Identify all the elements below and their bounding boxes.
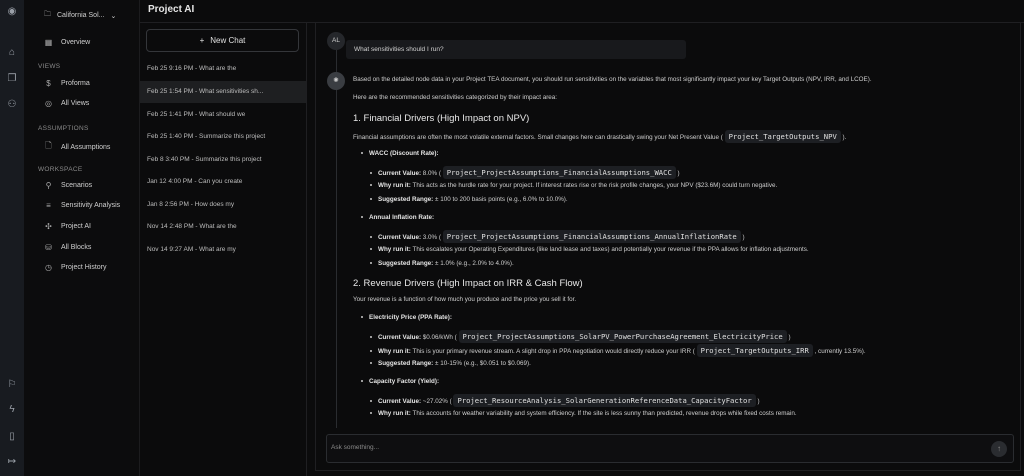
label: New Chat — [210, 36, 246, 45]
scenarios-icon: ⚲ — [45, 181, 52, 190]
projects-icon[interactable]: ❐ — [5, 72, 19, 86]
filter-icon: ≡ — [46, 201, 51, 210]
chat-item[interactable]: Jan 12 4:00 PM - Can you create — [140, 171, 306, 193]
bolt-icon[interactable]: ϟ — [5, 403, 19, 417]
label: Sensitivity Analysis — [61, 202, 121, 209]
bullet: Current Value: ~27.02% ( Project_Resourc… — [353, 394, 760, 407]
label: All Assumptions — [61, 143, 111, 151]
label: Scenarios — [61, 182, 93, 189]
bullet: Current Value: $0.06/kWh ( Project_Proje… — [353, 330, 791, 343]
plus-icon: + — [199, 36, 205, 45]
send-button[interactable]: ↑ — [991, 441, 1007, 457]
ai-avatar-icon: ✺ — [327, 72, 345, 90]
bullet-inflation: Annual Inflation Rate: — [353, 214, 434, 221]
page-title: Project AI — [148, 4, 195, 15]
label: Project History — [61, 264, 107, 271]
intro2: Here are the recommended sensitivities c… — [353, 94, 558, 101]
bullet: Suggested Range: ± 1.0% (e.g., 2.0% to 4… — [353, 260, 514, 267]
home-icon[interactable]: ⌂ — [5, 46, 19, 60]
clock-icon: ◷ — [45, 263, 52, 272]
sidebar-item-proforma[interactable]: $ Proforma — [44, 79, 90, 88]
chat-item[interactable]: Jan 8 2:56 PM - How does my — [140, 194, 306, 216]
file-icon: 🗋 — [45, 141, 52, 150]
bullet-ppa: Electricity Price (PPA Rate): — [353, 314, 452, 321]
logo-icon[interactable]: ◉ — [5, 5, 19, 19]
thread-line — [336, 50, 337, 428]
bullet: Why run it: This is your primary revenue… — [353, 344, 866, 357]
sidebar-item-project-history[interactable]: ◷ Project History — [44, 263, 107, 272]
bullet: Current Value: 8.0% ( Project_ProjectAss… — [353, 166, 680, 179]
chat-item[interactable]: Feb 8 3:40 PM - Summarize this project — [140, 149, 306, 171]
book-icon[interactable]: ▯ — [5, 430, 19, 444]
user-avatar: AL — [327, 32, 345, 50]
project-name: California Sol... — [57, 12, 105, 19]
section-workspace: WORKSPACE — [38, 166, 83, 173]
heading-revenue: 2. Revenue Drivers (High Impact on IRR &… — [353, 278, 583, 289]
chat-input-box: ↑ — [326, 434, 1014, 463]
user-message: What sensitivities should I run? — [346, 40, 686, 59]
chat-item-active[interactable]: Feb 25 1:54 PM - What sensitivities sh..… — [140, 81, 306, 103]
sidebar-item-overview[interactable]: ▦ Overview — [44, 38, 90, 47]
section-views: VIEWS — [38, 63, 61, 70]
chat-history: + New Chat Feb 25 9:16 PM - What are the … — [140, 23, 307, 476]
project-selector[interactable]: 🗀 California Sol... ⌄ — [44, 10, 116, 21]
sidebar-item-project-ai[interactable]: ✣ Project AI — [44, 222, 91, 231]
bullet: Why run it: This acts as the hurdle rate… — [353, 182, 777, 189]
label: Proforma — [61, 80, 90, 87]
sidebar-item-all-blocks[interactable]: ⛁ All Blocks — [44, 243, 91, 252]
sparkle-icon: ✣ — [45, 222, 52, 231]
sidebar-item-all-assumptions[interactable]: 🗋 All Assumptions — [44, 140, 110, 154]
logout-icon[interactable]: ↦ — [5, 455, 19, 469]
heading-financial: 1. Financial Drivers (High Impact on NPV… — [353, 113, 530, 124]
bullet: Why run it: This accounts for weather va… — [353, 410, 797, 417]
grid-icon: ▦ — [44, 38, 53, 47]
flag-icon[interactable]: ⚐ — [5, 378, 19, 392]
label: Overview — [61, 39, 91, 46]
icon-rail: ◉ ⌂ ❐ ⚇ ⚐ ϟ ▯ ↦ — [0, 0, 24, 476]
label: All Blocks — [61, 244, 92, 251]
bullet: Why run it: This escalates your Operatin… — [353, 246, 809, 253]
paragraph: Your revenue is a function of how much y… — [353, 296, 577, 303]
chat-input[interactable] — [331, 444, 971, 451]
intro: Based on the detailed node data in your … — [353, 76, 872, 83]
chevron-down-icon: ⌄ — [110, 12, 117, 20]
users-icon[interactable]: ⚇ — [5, 98, 19, 112]
paragraph: Financial assumptions are often the most… — [353, 130, 847, 143]
arrow-up-icon: ↑ — [997, 444, 1001, 453]
blocks-icon: ⛁ — [45, 243, 52, 252]
chat-item[interactable]: Feb 25 1:41 PM - What should we — [140, 104, 306, 126]
section-assumptions: ASSUMPTIONS — [38, 125, 89, 132]
sidebar: 🗀 California Sol... ⌄ ▦ Overview VIEWS $ Pro… — [24, 0, 140, 476]
dollar-icon: $ — [46, 79, 51, 88]
new-chat-button[interactable]: + New Chat — [146, 29, 299, 52]
bullet: Current Value: 3.0% ( Project_ProjectAss… — [353, 230, 745, 243]
chat-item[interactable]: Feb 25 9:16 PM - What are the — [140, 58, 306, 80]
chat-item[interactable]: Feb 25 1:40 PM - Summarize this project — [140, 126, 306, 148]
bullet: Suggested Range: ± 100 to 200 basis poin… — [353, 196, 568, 203]
bullet-wacc: WACC (Discount Rate): — [353, 150, 439, 157]
sidebar-item-sensitivity-analysis[interactable]: ≡ Sensitivity Analysis — [44, 201, 120, 210]
label: Project AI — [61, 223, 91, 230]
eye-icon: ◎ — [45, 99, 52, 108]
chat-item[interactable]: Nov 14 9:27 AM - What are my — [140, 239, 306, 261]
sidebar-item-all-views[interactable]: ◎ All Views — [44, 99, 89, 108]
folder-icon: 🗀 — [44, 11, 51, 18]
sidebar-item-scenarios[interactable]: ⚲ Scenarios — [44, 181, 93, 190]
bullet-capacity: Capacity Factor (Yield): — [353, 378, 439, 385]
bullet: Suggested Range: ± 10-15% (e.g., $0.051 … — [353, 360, 531, 367]
label: All Views — [61, 100, 90, 107]
chat-item[interactable]: Nov 14 2:48 PM - What are the — [140, 216, 306, 238]
